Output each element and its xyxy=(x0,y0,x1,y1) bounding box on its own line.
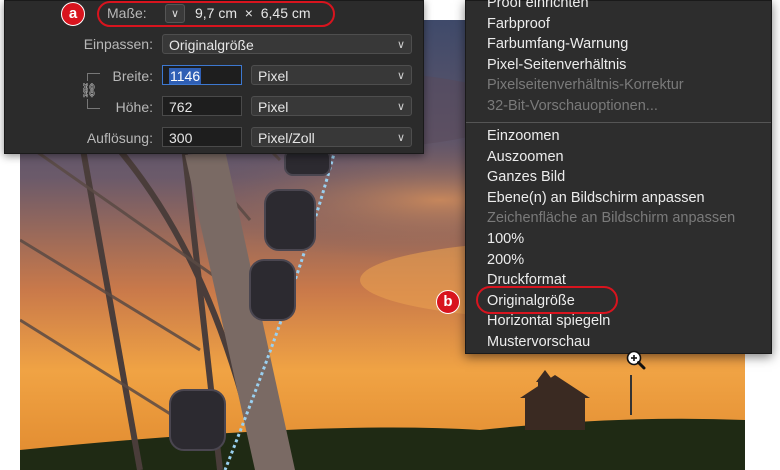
menu-item-einzoomen[interactable]: Einzoomen xyxy=(487,128,560,144)
dimensions-value: 9,7 cm × 6,45 cm xyxy=(195,5,311,21)
dimensions-label: Maße: xyxy=(107,5,147,21)
menu-item-200[interactable]: 200% xyxy=(487,252,524,268)
menu-item-farbumfang-warnung[interactable]: Farbumfang-Warnung xyxy=(487,36,628,52)
menu-item-originalgröße[interactable]: Originalgröße xyxy=(487,293,575,309)
resolution-input[interactable]: 300 xyxy=(162,127,242,147)
chevron-down-icon: ∨ xyxy=(396,39,405,51)
chevron-down-icon: ∨ xyxy=(170,8,180,20)
menu-item-zeichenfläche-an-bildschirm-anpassen: Zeichenfläche an Bildschirm anpassen xyxy=(487,210,736,227)
callout-badge-b: b xyxy=(436,290,460,314)
height-unit-select[interactable]: Pixel ∨ xyxy=(251,96,412,116)
menu-item-100[interactable]: 100% xyxy=(487,231,524,247)
width-input[interactable]: 1146 xyxy=(162,65,242,85)
fit-label: Einpassen: xyxy=(83,36,153,52)
menu-item-ganzes-bild[interactable]: Ganzes Bild xyxy=(487,169,565,185)
fit-select[interactable]: Originalgröße ∨ xyxy=(162,34,412,54)
menu-item-mustervorschau[interactable]: Mustervorschau xyxy=(487,334,590,350)
menu-item-32-bit-vorschauoptionen: 32-Bit-Vorschauoptionen... xyxy=(487,98,658,114)
width-unit-value: Pixel xyxy=(258,68,289,84)
fit-select-value: Originalgröße xyxy=(169,37,254,53)
menu-item-farbproof[interactable]: Farbproof xyxy=(487,16,550,32)
image-size-dialog: Maße: ∨ 9,7 cm × 6,45 cm a Einpassen: Or… xyxy=(4,0,424,154)
zoom-in-icon xyxy=(626,350,646,370)
dimensions-unit-dropdown[interactable]: ∨ xyxy=(165,4,185,23)
height-unit-value: Pixel xyxy=(258,99,289,115)
height-input-value: 762 xyxy=(169,99,193,115)
resolution-unit-value: Pixel/Zoll xyxy=(258,130,315,146)
height-label: Höhe: xyxy=(115,99,153,115)
dimensions-highlight: Maße: ∨ 9,7 cm × 6,45 cm xyxy=(97,1,335,27)
menu-separator xyxy=(466,122,771,123)
resolution-input-value: 300 xyxy=(169,130,193,146)
height-input[interactable]: 762 xyxy=(162,96,242,116)
resolution-unit-select[interactable]: Pixel/Zoll ∨ xyxy=(251,127,412,147)
width-input-value: 1146 xyxy=(169,68,202,84)
view-context-menu: Proof einrichten Farbproof Farbumfang-Warn… xyxy=(465,0,772,354)
menu-item-pixel-seitenverhältnis[interactable]: Pixel-Seitenverhältnis xyxy=(487,57,626,73)
width-label: Breite: xyxy=(112,68,153,84)
chevron-down-icon: ∨ xyxy=(396,101,405,113)
menu-item-pixelseitenverhältnis-korrektur: Pixelseitenverhältnis-Korrektur xyxy=(487,77,684,94)
menu-item-ebene-n-an-bildschirm-anpassen[interactable]: Ebene(n) an Bildschirm anpassen xyxy=(487,190,705,206)
menu-item-auszoomen[interactable]: Auszoomen xyxy=(487,149,564,165)
chevron-down-icon: ∨ xyxy=(396,132,405,144)
menu-item-druckformat[interactable]: Druckformat xyxy=(487,272,566,288)
callout-badge-a: a xyxy=(61,2,85,26)
resolution-label: Auflösung: xyxy=(86,130,153,146)
width-unit-select[interactable]: Pixel ∨ xyxy=(251,65,412,85)
menu-item-proof-einrichten[interactable]: Proof einrichten xyxy=(487,0,589,11)
chevron-down-icon: ∨ xyxy=(396,70,405,82)
menu-item-horizontal-spiegeln[interactable]: Horizontal spiegeln xyxy=(487,313,610,329)
